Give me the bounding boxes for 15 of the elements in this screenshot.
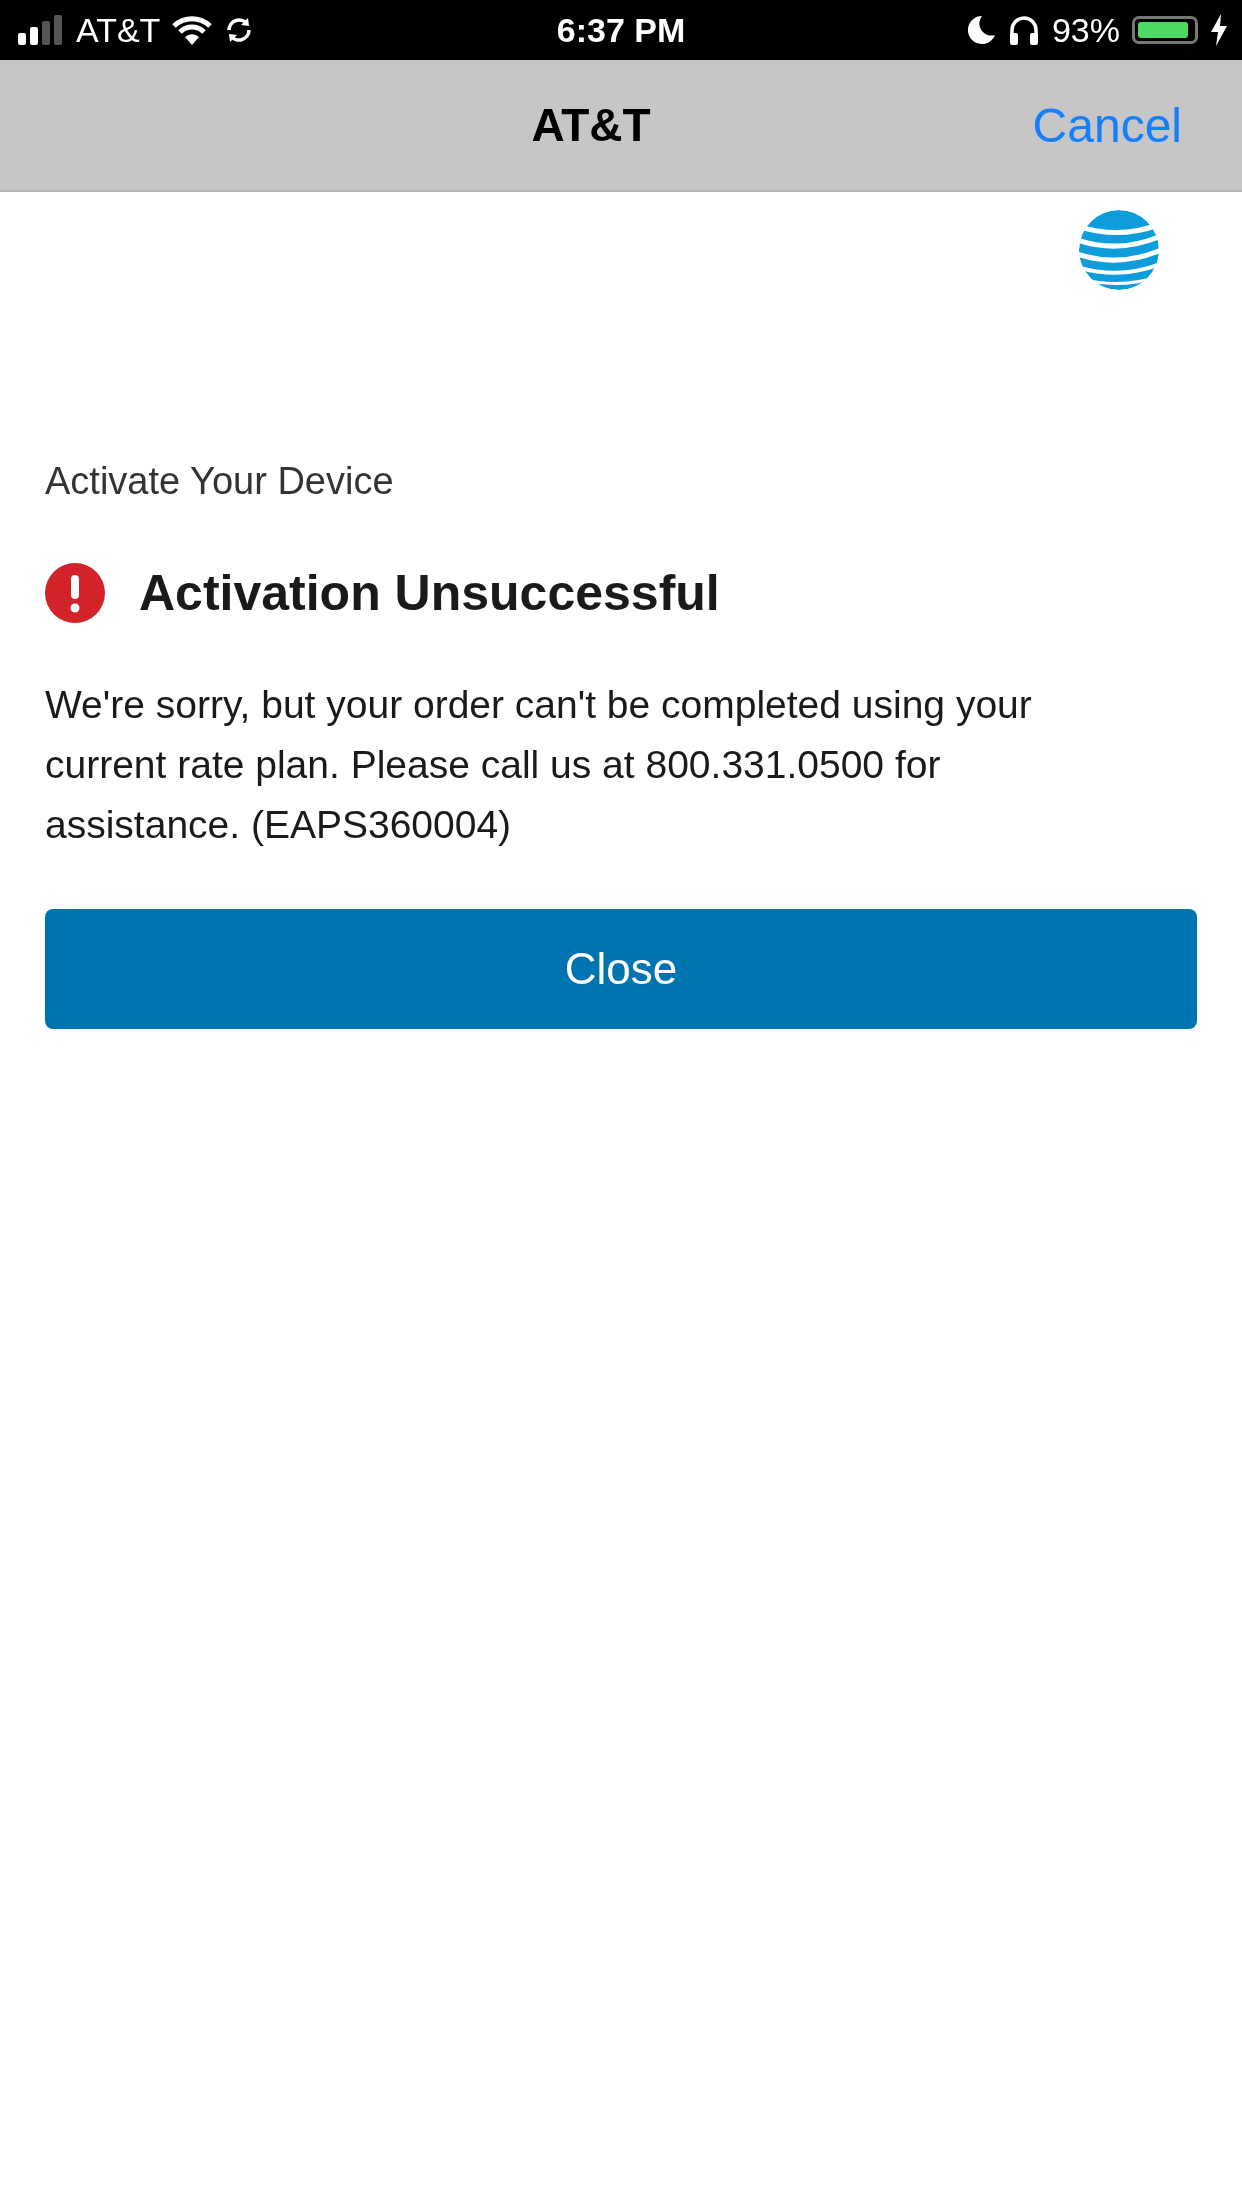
wifi-icon [172,15,213,45]
page-subtitle: Activate Your Device [45,460,395,503]
nav-title: AT&T [531,98,651,152]
signal-icon [18,15,64,45]
error-message: We're sorry, but your order can't be completed using your current rate plan. Please call us at 800.331.0500 for assistance. (EAPS360004) [45,682,1033,848]
moon-icon [967,15,996,45]
battery-icon [1132,16,1198,44]
error-heading: Activation Unsuccessful [139,564,720,622]
globe-logo-icon [1079,210,1159,290]
error-icon [45,563,105,623]
battery-percent: 93% [1051,10,1120,50]
close-button[interactable]: Close [45,909,1197,1029]
carrier-name: AT&T [76,10,161,50]
headphones-icon [1007,15,1040,45]
clock-time: 6:37 PM [556,10,686,50]
